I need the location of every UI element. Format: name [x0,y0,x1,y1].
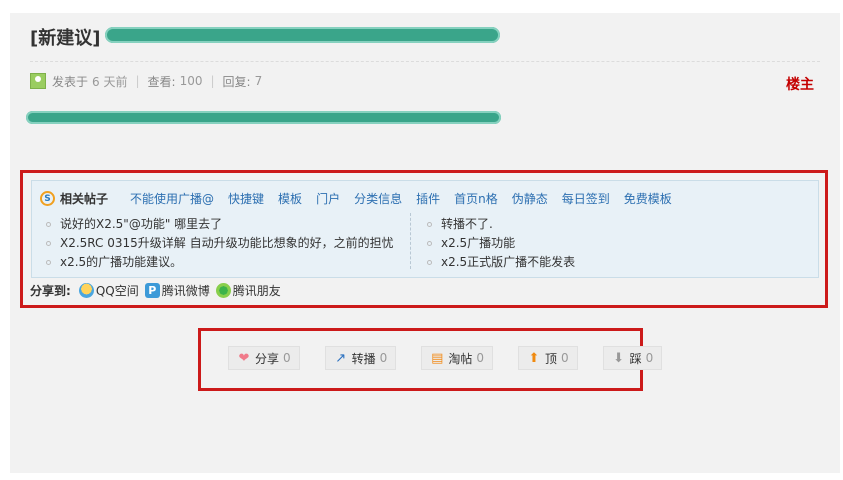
action-count: 0 [560,351,569,365]
related-post-link[interactable]: x2.5广播功能 [427,234,807,253]
share-tencent-pengyou-button[interactable]: 腾讯朋友 [215,282,281,299]
tag-link[interactable]: 伪静态 [512,190,548,207]
action-label: 分享 [255,351,280,366]
qzone-icon [78,283,94,298]
related-post-link[interactable]: 说好的X2.5"@功能" 哪里去了 [46,215,411,234]
action-count: 0 [645,351,654,365]
downvote-button[interactable]: ⬇ 踩 0 [602,346,663,370]
share-target-label: 腾讯微博 [161,284,210,298]
action-count: 0 [379,351,388,365]
related-post-title[interactable]: 说好的X2.5"@功能" 哪里去了 [60,215,222,234]
related-post-link[interactable]: 转播不了. [427,215,807,234]
views-count: 100 [179,74,203,88]
tag-link[interactable]: 不能使用广播@ [130,190,214,207]
post-actions: ❤ 分享 0 ↗ 转播 0 ▤ 淘帖 0 ⬆ 顶 0 ⬇ 踩 0 [228,346,687,370]
tag-link[interactable]: 免费模板 [624,190,672,207]
share-target-label: 腾讯朋友 [232,284,281,298]
tag-link[interactable]: 快捷键 [228,190,264,207]
related-post-title[interactable]: 转播不了. [441,215,493,234]
meta-separator: | [210,74,215,88]
avatar-icon[interactable] [30,73,46,89]
related-posts-box: S 相关帖子 不能使用广播@ 快捷键 模板 门户 分类信息 插件 首页n格 伪静… [31,180,819,278]
tag-link[interactable]: 首页n格 [454,190,498,207]
meta-separator: | [135,74,140,88]
action-label: 淘帖 [448,351,473,366]
action-count: 0 [283,351,291,365]
related-post-link[interactable]: X2.5RC 0315升级详解 自动升级功能比想象的好，之前的担忧 [46,234,411,253]
related-header: S 相关帖子 不能使用广播@ 快捷键 模板 门户 分类信息 插件 首页n格 伪静… [40,190,686,207]
related-post-title[interactable]: x2.5的广播功能建议。 [60,253,182,272]
bullet-icon [427,222,432,227]
tencent-weibo-icon: P [144,283,160,298]
related-post-title[interactable]: X2.5RC 0315升级详解 自动升级功能比想象的好，之前的担忧 [60,234,394,253]
repost-icon: ↗ [335,350,347,366]
action-label: 顶 [544,351,557,366]
bullet-icon [46,241,51,246]
related-title: 相关帖子 [60,192,109,206]
tencent-pengyou-icon [215,283,231,298]
tag-link[interactable]: 门户 [316,190,340,207]
discuz-logo-icon: S [40,191,55,206]
action-label: 转播 [351,351,376,366]
share-tencent-weibo-button[interactable]: P 腾讯微博 [144,282,210,299]
action-label: 踩 [629,351,642,366]
replies-label: 回复: [222,74,251,89]
bullet-icon [427,260,432,265]
tag-link[interactable]: 每日签到 [562,190,610,207]
tag-link[interactable]: 模板 [278,190,302,207]
related-post-title[interactable]: x2.5正式版广播不能发表 [441,253,575,272]
replies-count: 7 [254,74,263,88]
thread-title: [新建议] [30,28,101,49]
related-tags: 不能使用广播@ 快捷键 模板 门户 分类信息 插件 首页n格 伪静态 每日签到 … [130,190,686,207]
bullet-icon [46,260,51,265]
thumb-up-arrow-icon: ⬆ [528,350,540,366]
title-divider [30,61,820,62]
upvote-button[interactable]: ⬆ 顶 0 [517,346,578,370]
share-button[interactable]: ❤ 分享 0 [228,346,300,370]
posted-label: 发表于 [52,74,89,89]
redacted-post-content [26,111,501,124]
taotie-icon: ▤ [431,350,444,366]
share-label: 分享到: [30,284,71,298]
taotie-button[interactable]: ▤ 淘帖 0 [421,346,493,370]
posted-time: 6 天前 [92,74,128,89]
post-meta: 发表于 6 天前 | 查看: 100 | 回复: 7 [30,73,262,89]
repost-button[interactable]: ↗ 转播 0 [324,346,397,370]
share-bar: 分享到: QQ空间 P 腾讯微博 腾讯朋友 [30,282,287,299]
tag-link[interactable]: 分类信息 [354,190,402,207]
related-post-link[interactable]: x2.5的广播功能建议。 [46,253,411,272]
redacted-title-text [105,27,500,43]
thumb-down-arrow-icon: ⬇ [613,350,625,366]
share-qzone-button[interactable]: QQ空间 [78,282,139,299]
tag-link[interactable]: 插件 [416,190,440,207]
related-post-link[interactable]: x2.5正式版广播不能发表 [427,253,807,272]
list-divider [410,213,411,269]
owner-badge: 楼主 [786,77,814,93]
related-list-left: 说好的X2.5"@功能" 哪里去了 X2.5RC 0315升级详解 自动升级功能… [46,215,411,272]
share-target-label: QQ空间 [95,284,139,298]
views-label: 查看: [147,74,176,89]
action-count: 0 [476,351,484,365]
bullet-icon [427,241,432,246]
bullet-icon [46,222,51,227]
related-list-right: 转播不了. x2.5广播功能 x2.5正式版广播不能发表 [427,215,807,272]
related-post-title[interactable]: x2.5广播功能 [441,234,515,253]
heart-icon: ❤ [238,350,250,366]
